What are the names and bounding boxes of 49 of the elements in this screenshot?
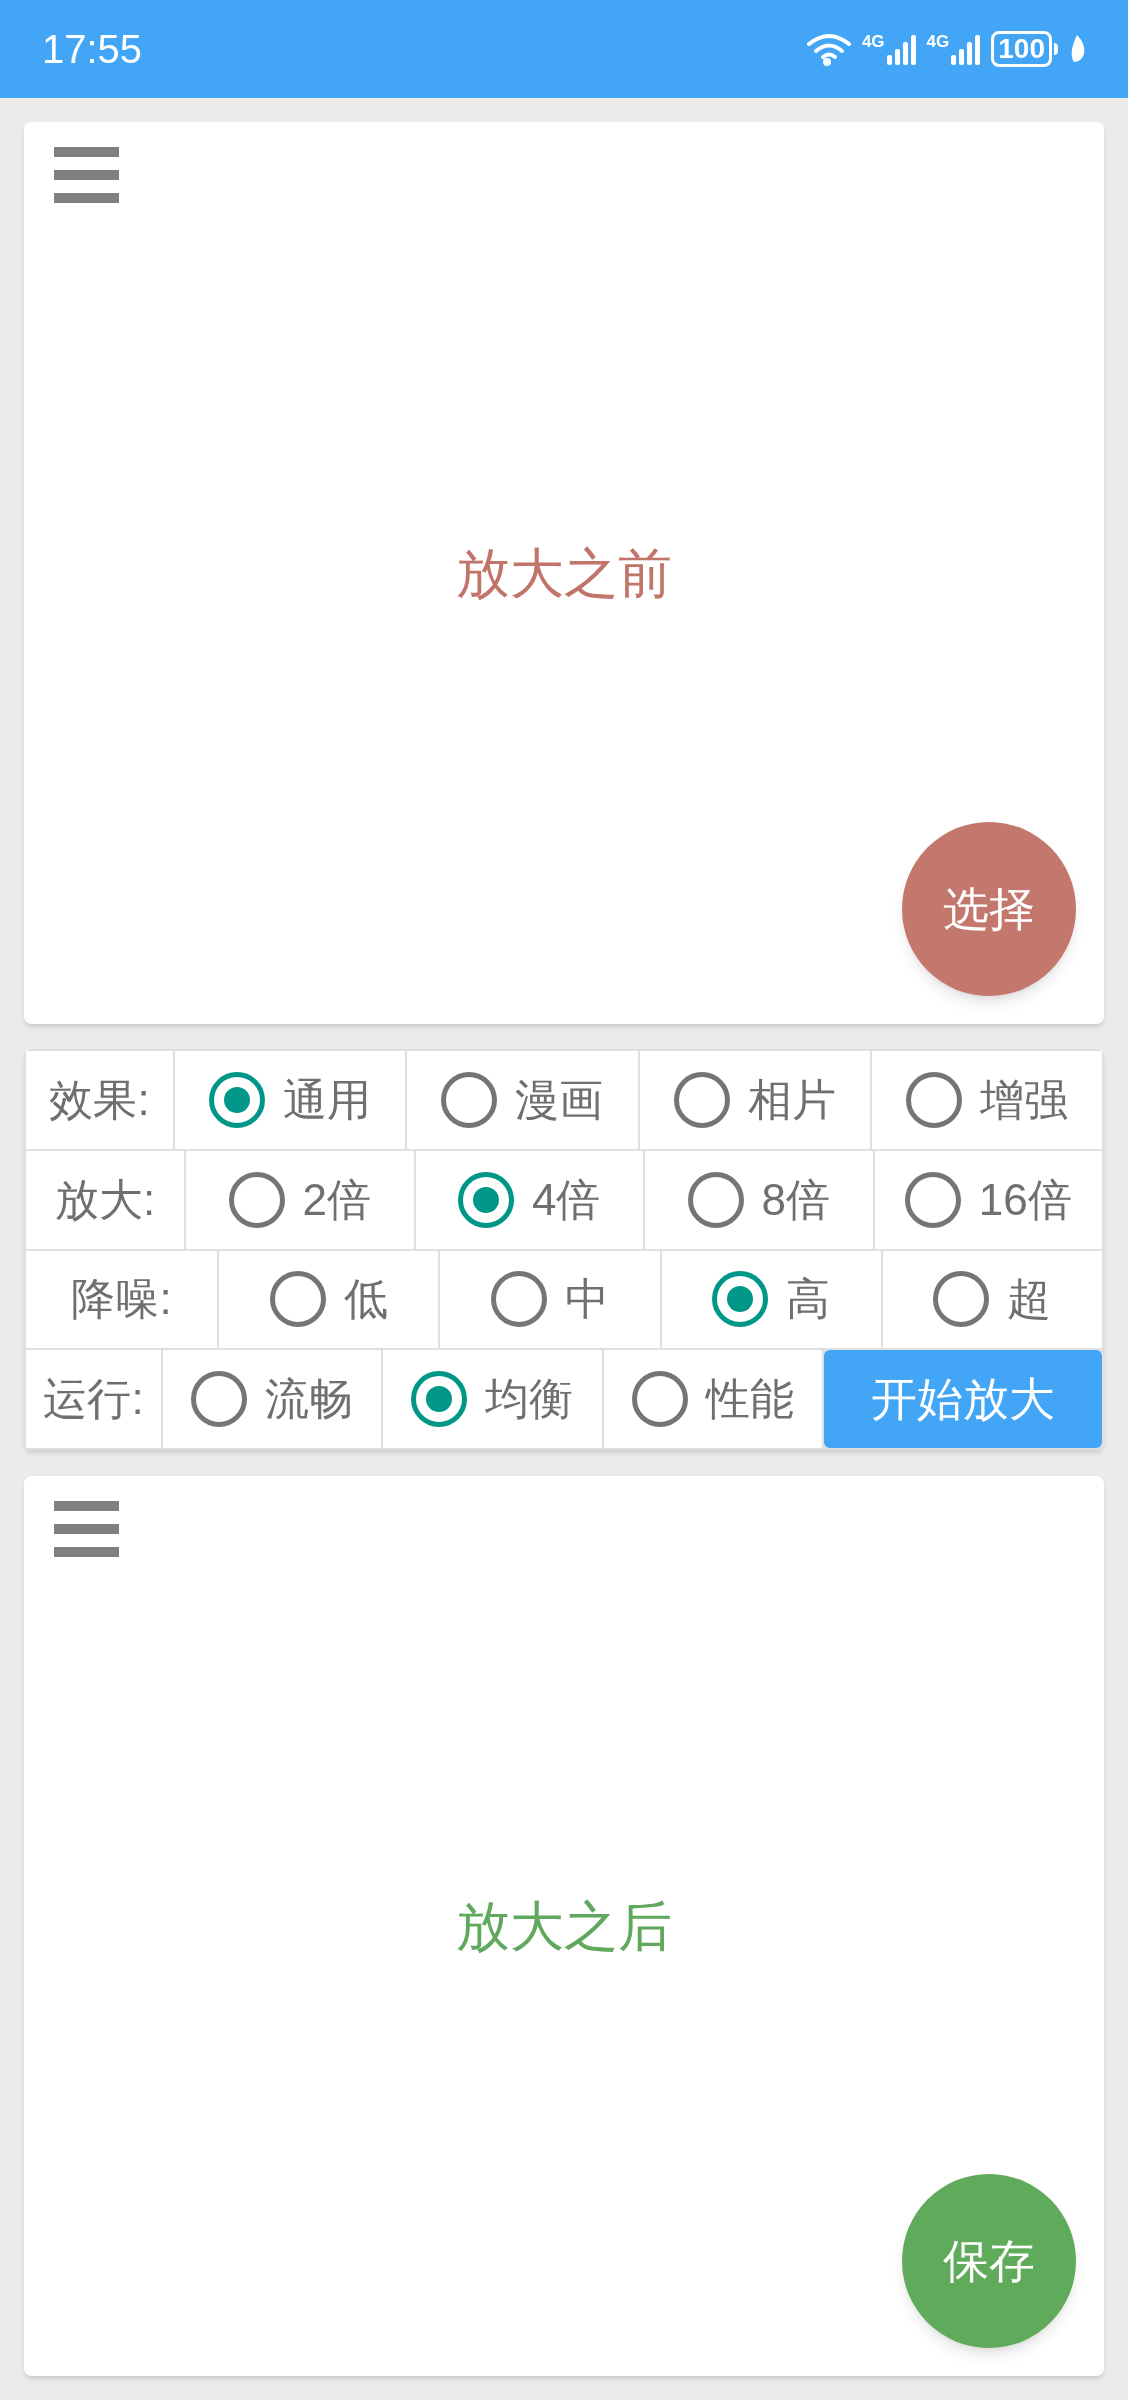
radio-button[interactable]	[490, 1271, 547, 1328]
radio-option[interactable]: 均衡	[383, 1350, 602, 1448]
image-placeholder-text: 放大之后	[456, 1894, 672, 1958]
radio-button[interactable]	[905, 1071, 962, 1128]
radio-option[interactable]: 4倍	[415, 1150, 643, 1249]
radio-option[interactable]: 相片	[639, 1051, 870, 1149]
signal-icon	[951, 33, 982, 65]
radio-button[interactable]	[441, 1071, 498, 1128]
menu-icon[interactable]	[54, 147, 119, 203]
option-label: 效果:	[49, 1073, 150, 1126]
radio-option[interactable]: 中	[440, 1250, 660, 1349]
wifi-icon	[805, 32, 852, 66]
image-placeholder-text: 放大之前	[456, 541, 672, 605]
battery-tip	[1054, 43, 1058, 55]
radio-option[interactable]: 16倍	[874, 1150, 1102, 1249]
radio-button[interactable]	[904, 1171, 961, 1228]
menu-icon[interactable]	[54, 1501, 119, 1557]
radio-option[interactable]: 性能	[603, 1350, 822, 1448]
start-button[interactable]: 开始放大	[824, 1350, 1102, 1448]
fab-button[interactable]: 选择	[902, 822, 1076, 996]
radio-option[interactable]: 低	[219, 1250, 439, 1349]
radio-button[interactable]	[269, 1271, 326, 1328]
fab-button[interactable]: 保存	[902, 2174, 1076, 2348]
radio-button[interactable]	[411, 1371, 468, 1428]
option-label: 运行:	[43, 1373, 144, 1426]
radio-option[interactable]: 超	[882, 1250, 1102, 1349]
radio-option[interactable]: 流畅	[163, 1350, 382, 1448]
radio-button[interactable]	[228, 1171, 285, 1228]
network-type: 4G	[926, 33, 950, 50]
radio-option[interactable]: 8倍	[645, 1150, 873, 1249]
network-type: 4G	[861, 33, 885, 50]
radio-option[interactable]: 2倍	[186, 1150, 414, 1249]
radio-option[interactable]: 漫画	[407, 1051, 638, 1149]
option-label: 降噪:	[71, 1273, 172, 1326]
radio-button[interactable]	[209, 1071, 266, 1128]
radio-button[interactable]	[687, 1171, 744, 1228]
radio-button[interactable]	[933, 1271, 990, 1328]
signal-icon	[886, 33, 917, 65]
radio-option[interactable]: 高	[661, 1250, 881, 1349]
option-label: 放大:	[54, 1173, 156, 1226]
radio-button[interactable]	[458, 1171, 514, 1228]
battery-indicator: 100	[991, 31, 1052, 67]
radio-button[interactable]	[191, 1371, 248, 1428]
radio-button[interactable]	[631, 1371, 688, 1428]
radio-button[interactable]	[712, 1271, 769, 1328]
radio-button[interactable]	[673, 1071, 730, 1128]
radio-option[interactable]: 通用	[175, 1051, 406, 1149]
radio-option[interactable]: 增强	[871, 1051, 1102, 1149]
clock: 17:55	[42, 26, 143, 73]
